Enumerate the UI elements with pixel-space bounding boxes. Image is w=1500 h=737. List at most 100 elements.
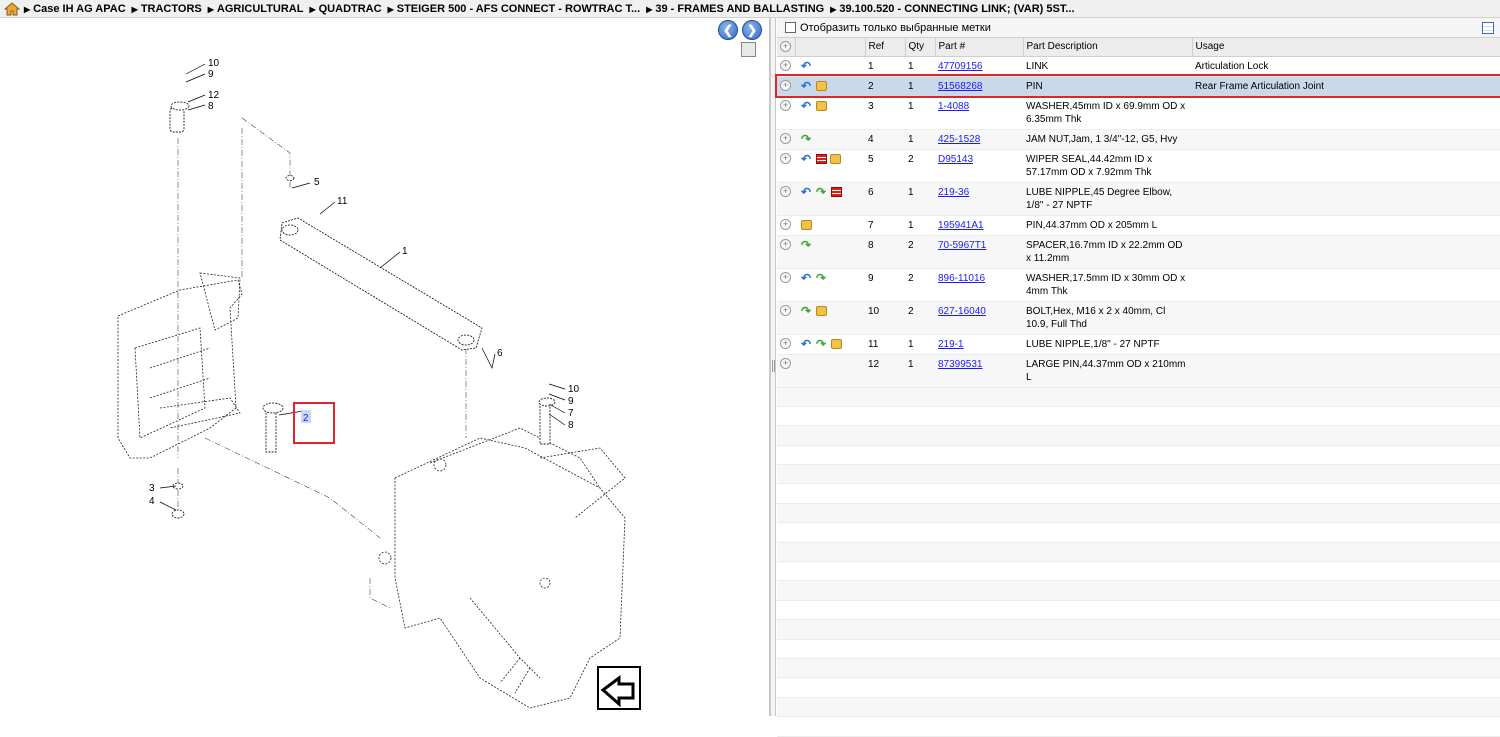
- home-icon[interactable]: [3, 1, 21, 16]
- package-box-icon[interactable]: [816, 100, 827, 111]
- expand-row-icon[interactable]: +: [780, 60, 791, 72]
- replaced-by-arrow-icon[interactable]: ↶: [801, 80, 813, 92]
- expand-row-icon[interactable]: +: [780, 305, 791, 317]
- replaces-arrow-icon[interactable]: ↷: [801, 239, 813, 251]
- breadcrumb-item[interactable]: 39 - FRAMES AND BALLASTING: [646, 3, 824, 15]
- package-box-icon[interactable]: [831, 338, 842, 349]
- part-number-link[interactable]: 425-1528: [938, 134, 980, 145]
- expand-row-icon[interactable]: +: [780, 100, 791, 112]
- callout-label[interactable]: 6: [497, 348, 503, 359]
- callout-label[interactable]: 10: [208, 58, 220, 69]
- expand-row-icon[interactable]: +: [780, 219, 791, 231]
- callout-label[interactable]: 9: [208, 69, 214, 80]
- replaces-arrow-icon[interactable]: ↷: [801, 133, 813, 145]
- table-row[interactable]: + ↷ 10 2 627-16040 BOLT,Hex, M16 x 2 x 40mm, …: [777, 301, 1500, 335]
- callout-label[interactable]: 9: [568, 396, 574, 407]
- callout-label[interactable]: 11: [337, 196, 348, 207]
- expand-all-header[interactable]: +: [777, 38, 796, 57]
- callout-label-selected[interactable]: 2: [303, 413, 309, 424]
- expand-row-icon[interactable]: +: [780, 272, 791, 284]
- qty-header[interactable]: Qty: [905, 38, 936, 57]
- callout-label[interactable]: 4: [149, 496, 155, 507]
- callout-label[interactable]: 5: [314, 177, 320, 188]
- replaces-arrow-icon[interactable]: ↷: [816, 272, 828, 284]
- replaced-by-arrow-icon[interactable]: ↶: [801, 60, 813, 72]
- usage-header[interactable]: Usage: [1192, 38, 1500, 57]
- table-row[interactable]: + ↶ 3 1 1-4088 WASHER,45mm ID x 69.9mm OD x 6…: [777, 96, 1500, 130]
- package-box-icon[interactable]: [830, 153, 841, 164]
- table-row[interactable]: +7 1 195941A1 PIN,44.37mm OD x 205mm L: [777, 215, 1500, 236]
- qty-cell: 1: [908, 133, 914, 145]
- replaces-arrow-icon[interactable]: ↷: [801, 305, 813, 317]
- callout-label[interactable]: 7: [568, 408, 574, 419]
- table-row[interactable]: + ↶ 5 2 D95143 WIPER SEAL,44.42mm ID x 57.17m…: [777, 149, 1500, 183]
- table-row[interactable]: + ↶ ↷ 6 1 219-36 LUBE NIPPLE,45 Degree Elbow, …: [777, 182, 1500, 216]
- part-number-link[interactable]: D95143: [938, 154, 973, 165]
- table-row[interactable]: + ↶ ↷ 11 1 219-1 LUBE NIPPLE,1/8" - 27 NPTF: [777, 334, 1500, 355]
- table-row[interactable]: + ↶ 2 1 51568268 PIN Rear Frame Articulation J…: [775, 74, 1500, 98]
- table-row[interactable]: + ↷ 8 2 70-5967T1 SPACER,16.7mm ID x 22.2mm O…: [777, 235, 1500, 269]
- part-number-link[interactable]: 51568268: [938, 81, 983, 92]
- replaces-arrow-icon[interactable]: ↷: [816, 338, 828, 350]
- table-row[interactable]: +12 1 87399531 LARGE PIN,44.37mm OD x 210mm…: [777, 354, 1500, 388]
- replaces-arrow-icon[interactable]: ↷: [816, 186, 828, 198]
- pane-splitter[interactable]: [770, 18, 776, 716]
- breadcrumb-item[interactable]: TRACTORS: [132, 3, 202, 15]
- replaced-by-arrow-icon[interactable]: ↶: [801, 338, 813, 350]
- expand-row-icon[interactable]: +: [780, 338, 791, 350]
- part-number-link[interactable]: 47709156: [938, 61, 983, 72]
- table-row[interactable]: + ↶ 1 1 47709156 LINK Articulation Lock: [777, 56, 1500, 77]
- expand-row-icon[interactable]: +: [780, 186, 791, 198]
- breadcrumb-item[interactable]: AGRICULTURAL: [208, 3, 304, 15]
- callout-label[interactable]: 3: [149, 483, 155, 494]
- package-box-icon[interactable]: [816, 305, 827, 316]
- part-number-link[interactable]: 627-16040: [938, 306, 986, 317]
- part-number-link[interactable]: 87399531: [938, 359, 983, 370]
- part-number-link[interactable]: 219-36: [938, 187, 969, 198]
- ref-cell: 10: [868, 305, 880, 317]
- expand-row-icon[interactable]: +: [780, 239, 791, 251]
- export-arrow-button[interactable]: [597, 666, 641, 710]
- ref-header[interactable]: Ref: [865, 38, 906, 57]
- expand-all-icon[interactable]: +: [780, 41, 791, 53]
- diagram-pane[interactable]: ❮ ❯ 10 9 12 8 5 11 1 6 10 9 7 8 2 3 4: [0, 18, 770, 716]
- table-row[interactable]: + ↷ 4 1 425-1528 JAM NUT,Jam, 1 3/4"-12, G5, …: [777, 129, 1500, 150]
- kit-list-icon[interactable]: [831, 186, 842, 197]
- kit-list-icon[interactable]: [816, 153, 827, 164]
- empty-row: [777, 445, 1500, 466]
- replaced-by-arrow-icon[interactable]: ↶: [801, 186, 813, 198]
- part-number-link[interactable]: 219-1: [938, 339, 964, 350]
- callout-label[interactable]: 10: [568, 384, 580, 395]
- part-description-cell: BOLT,Hex, M16 x 2 x 40mm, Cl 10.9, Full …: [1026, 305, 1166, 330]
- part-description-header[interactable]: Part Description: [1023, 38, 1193, 57]
- breadcrumb-item[interactable]: STEIGER 500 - AFS CONNECT - ROWTRAC T...: [388, 3, 640, 15]
- breadcrumb-item[interactable]: 39.100.520 - CONNECTING LINK; (VAR) 5ST.…: [830, 3, 1074, 15]
- callout-label[interactable]: 1: [402, 246, 408, 257]
- expand-row-icon[interactable]: +: [780, 153, 791, 165]
- callout-label[interactable]: 8: [208, 101, 214, 112]
- part-number-link[interactable]: 195941A1: [938, 220, 984, 231]
- part-number-header[interactable]: Part #: [935, 38, 1024, 57]
- part-description-cell: LINK: [1026, 60, 1049, 72]
- breadcrumb-item[interactable]: Case IH AG APAC: [24, 3, 126, 15]
- expand-row-icon[interactable]: +: [780, 80, 791, 92]
- exploded-diagram[interactable]: 10 9 12 8 5 11 1 6 10 9 7 8 2 3 4: [0, 18, 770, 716]
- breadcrumb-item[interactable]: QUADTRAC: [309, 3, 382, 15]
- callout-label[interactable]: 8: [568, 420, 574, 431]
- empty-row: [777, 619, 1500, 640]
- expand-row-icon[interactable]: +: [780, 133, 791, 145]
- table-row[interactable]: + ↶ ↷ 9 2 896-11016 WASHER,17.5mm ID x 30mm OD…: [777, 268, 1500, 302]
- grid-view-icon[interactable]: [1482, 22, 1494, 34]
- package-box-icon[interactable]: [816, 80, 827, 91]
- callout-label[interactable]: 12: [208, 90, 220, 101]
- part-number-link[interactable]: 896-11016: [938, 273, 985, 284]
- ref-cell: 12: [868, 358, 880, 370]
- expand-row-icon[interactable]: +: [780, 358, 791, 370]
- replaced-by-arrow-icon[interactable]: ↶: [801, 153, 813, 165]
- package-box-icon[interactable]: [801, 219, 812, 230]
- replaced-by-arrow-icon[interactable]: ↶: [801, 272, 813, 284]
- part-number-link[interactable]: 1-4088: [938, 101, 969, 112]
- part-number-link[interactable]: 70-5967T1: [938, 240, 986, 251]
- show-selected-only-checkbox[interactable]: [785, 22, 796, 33]
- replaced-by-arrow-icon[interactable]: ↶: [801, 100, 813, 112]
